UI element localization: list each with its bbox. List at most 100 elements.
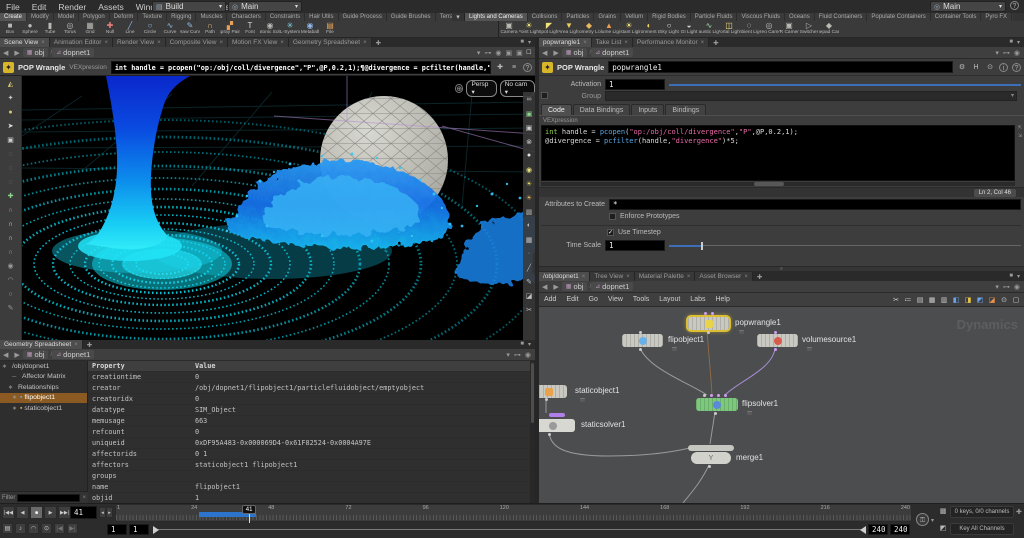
network-toolbar-icon[interactable]: ▥ — [939, 295, 949, 305]
display-option-icon[interactable]: ◐ — [524, 220, 535, 231]
close-tab-icon[interactable]: × — [219, 40, 223, 46]
viewport-tool-icon[interactable]: ◌ — [6, 177, 16, 187]
pane-maximize-icon[interactable]: ■ — [520, 39, 524, 46]
geo-table-row[interactable]: affectorids0 1 — [88, 449, 530, 460]
forward-icon[interactable]: ▶ — [11, 351, 22, 359]
expand-editor-icon[interactable]: ⇱ — [1018, 125, 1022, 131]
viewport-tool-icon[interactable]: ◌ — [6, 149, 16, 159]
shelf-tool[interactable]: ∿ Curve — [160, 21, 180, 38]
viewport-tool-icon[interactable]: ● — [6, 107, 16, 117]
geo-tree-item[interactable]: ∗/obj/dopnet1 — [0, 361, 87, 372]
viewport-tool-icon[interactable]: ∩ — [6, 233, 16, 243]
param-help-icon[interactable]: ? — [1012, 63, 1021, 72]
close-tab-icon[interactable]: × — [583, 40, 587, 46]
code-hscrollbar[interactable] — [541, 182, 1015, 186]
geo-table-row[interactable]: datatypeSIM_Object — [88, 405, 530, 416]
swatch-icon[interactable]: □ — [527, 49, 531, 57]
new-tab-icon[interactable]: ✚ — [372, 39, 385, 47]
pane-tab[interactable]: Animation Editor× — [50, 38, 113, 47]
display-option-icon[interactable]: ☀ — [524, 178, 535, 189]
vex-code[interactable]: int handle = pcopen("op:/obj/coll/diverg… — [541, 125, 1015, 181]
network-toolbar-icon[interactable]: ◩ — [975, 295, 985, 305]
viewport-tool-icon[interactable]: ○ — [6, 289, 16, 299]
network-toolbar-icon[interactable]: ▢ — [1011, 295, 1021, 305]
node-volumesource1[interactable] — [757, 334, 798, 347]
close-tab-icon[interactable]: × — [104, 40, 108, 46]
use-timestep-checkbox[interactable]: ✓ — [607, 229, 614, 236]
viewport-tool-icon[interactable]: ✚ — [6, 191, 16, 201]
display-option-icon[interactable]: ╱ — [524, 262, 535, 273]
gear-icon[interactable]: ⚙ — [957, 62, 967, 72]
folder-tab[interactable]: Bindings — [665, 104, 706, 115]
display-option-icon[interactable]: ◉ — [524, 164, 535, 175]
frame-step-forward-button[interactable]: ▸ — [106, 507, 113, 518]
attributes-to-create-input[interactable]: * — [609, 199, 1021, 210]
menu-item[interactable]: Assets — [92, 2, 130, 12]
network-menu-item[interactable]: View — [603, 296, 628, 303]
path-node-chip[interactable]: ⊿dopnet1 — [52, 48, 94, 57]
viewport-tool-icon[interactable]: ∩ — [6, 247, 16, 257]
viewport-tool-icon[interactable]: ◠ — [6, 275, 16, 285]
viewport-tool-icon[interactable]: ▣ — [6, 135, 16, 145]
geo-tree-item[interactable]: ∗Relationships — [0, 382, 87, 393]
key-all-channels-button[interactable]: Key All Channels — [950, 523, 1014, 535]
transport-button[interactable]: ◀ — [16, 506, 29, 519]
clear-filter-icon[interactable]: × — [82, 495, 86, 501]
group-input[interactable]: ▾ — [605, 91, 1017, 101]
geo-table-row[interactable]: groups — [88, 471, 530, 482]
pane-menu-icon[interactable]: ▾ — [528, 341, 531, 348]
playback-end-input[interactable]: 240 — [868, 524, 888, 535]
pin-icon[interactable]: ⊶ — [1003, 49, 1010, 57]
pin-icon[interactable]: ⊶ — [484, 49, 491, 57]
display-option-icon[interactable]: ✂ — [524, 304, 535, 315]
frame-step-back-button[interactable]: ◂ — [99, 507, 106, 518]
info-icon[interactable]: i — [999, 63, 1008, 72]
pane-maximize-icon[interactable]: ■ — [1009, 273, 1013, 280]
playbar-option-button[interactable]: ◠ — [28, 523, 39, 534]
pane-tab[interactable]: Render View× — [113, 38, 166, 47]
shelf-tab[interactable]: Pyro FX — [981, 13, 1012, 21]
shelf-tool[interactable]: ✎ Draw Curve — [180, 21, 200, 38]
shelf-tool[interactable]: ▣ Camera — [499, 21, 519, 38]
viewport-tool-icon[interactable]: ✦ — [6, 93, 16, 103]
shelf-tool[interactable]: ╱ Line — [120, 21, 140, 38]
houdini-badge-icon[interactable]: H — [971, 62, 981, 72]
new-tab-icon[interactable]: ✚ — [709, 39, 722, 47]
network-toolbar-icon[interactable]: ▦ — [927, 295, 937, 305]
new-tab-icon[interactable]: ✚ — [753, 273, 766, 281]
geo-tree-item[interactable]: ─Affector Matrix — [0, 372, 87, 383]
folder-tab[interactable]: Code — [541, 104, 572, 115]
close-tab-icon[interactable]: × — [582, 274, 586, 280]
path-root-chip[interactable]: ▦obj — [562, 48, 588, 57]
display-option-icon[interactable]: ▦ — [524, 234, 535, 245]
snapshot-icon[interactable]: ▣ — [506, 49, 513, 57]
pane-tab[interactable]: /obj/dopnet1× — [539, 272, 590, 281]
menu-item[interactable]: Render — [52, 2, 92, 12]
network-toolbar-icon[interactable]: ⊙ — [999, 295, 1009, 305]
shelf-tool[interactable]: ◫ Portal Light — [719, 21, 739, 38]
playhead[interactable]: 41 — [242, 505, 256, 514]
path-dropdown-icon[interactable]: ▾ — [506, 351, 510, 359]
close-tab-icon[interactable]: × — [701, 40, 705, 46]
shelf-tool[interactable]: ○ Circle — [140, 21, 160, 38]
range-start-input[interactable]: 1 — [107, 524, 127, 535]
shelf-tool[interactable]: ◎ Stereo Camera — [759, 21, 779, 38]
shelf-tool[interactable]: ■ Box — [0, 21, 20, 38]
enforce-prototypes-checkbox[interactable] — [609, 213, 616, 220]
add-key-icon[interactable]: ✚ — [1016, 508, 1022, 516]
transport-button[interactable]: ▶ — [44, 506, 57, 519]
shelf-tool[interactable]: ◐ Environment Light — [639, 21, 659, 38]
viewport-tool-icon[interactable]: ✎ — [6, 303, 16, 313]
close-tab-icon[interactable]: × — [363, 40, 367, 46]
help-icon[interactable]: ? — [1010, 1, 1019, 10]
node-flipobject1[interactable] — [622, 334, 663, 347]
node-name-input[interactable]: popwrangle1 — [608, 61, 953, 73]
pane-tab[interactable]: Motion FX View× — [228, 38, 289, 47]
forward-icon[interactable]: ▶ — [550, 283, 561, 291]
close-tab-icon[interactable]: × — [41, 40, 45, 46]
shelf-tab[interactable]: Terrain FX — [436, 13, 452, 21]
network-toolbar-icon[interactable]: ◧ — [951, 295, 961, 305]
node-staticsolver1[interactable] — [539, 419, 575, 432]
sort-icon[interactable]: ≡ — [509, 62, 519, 72]
node-flipsolver1[interactable] — [696, 398, 738, 411]
